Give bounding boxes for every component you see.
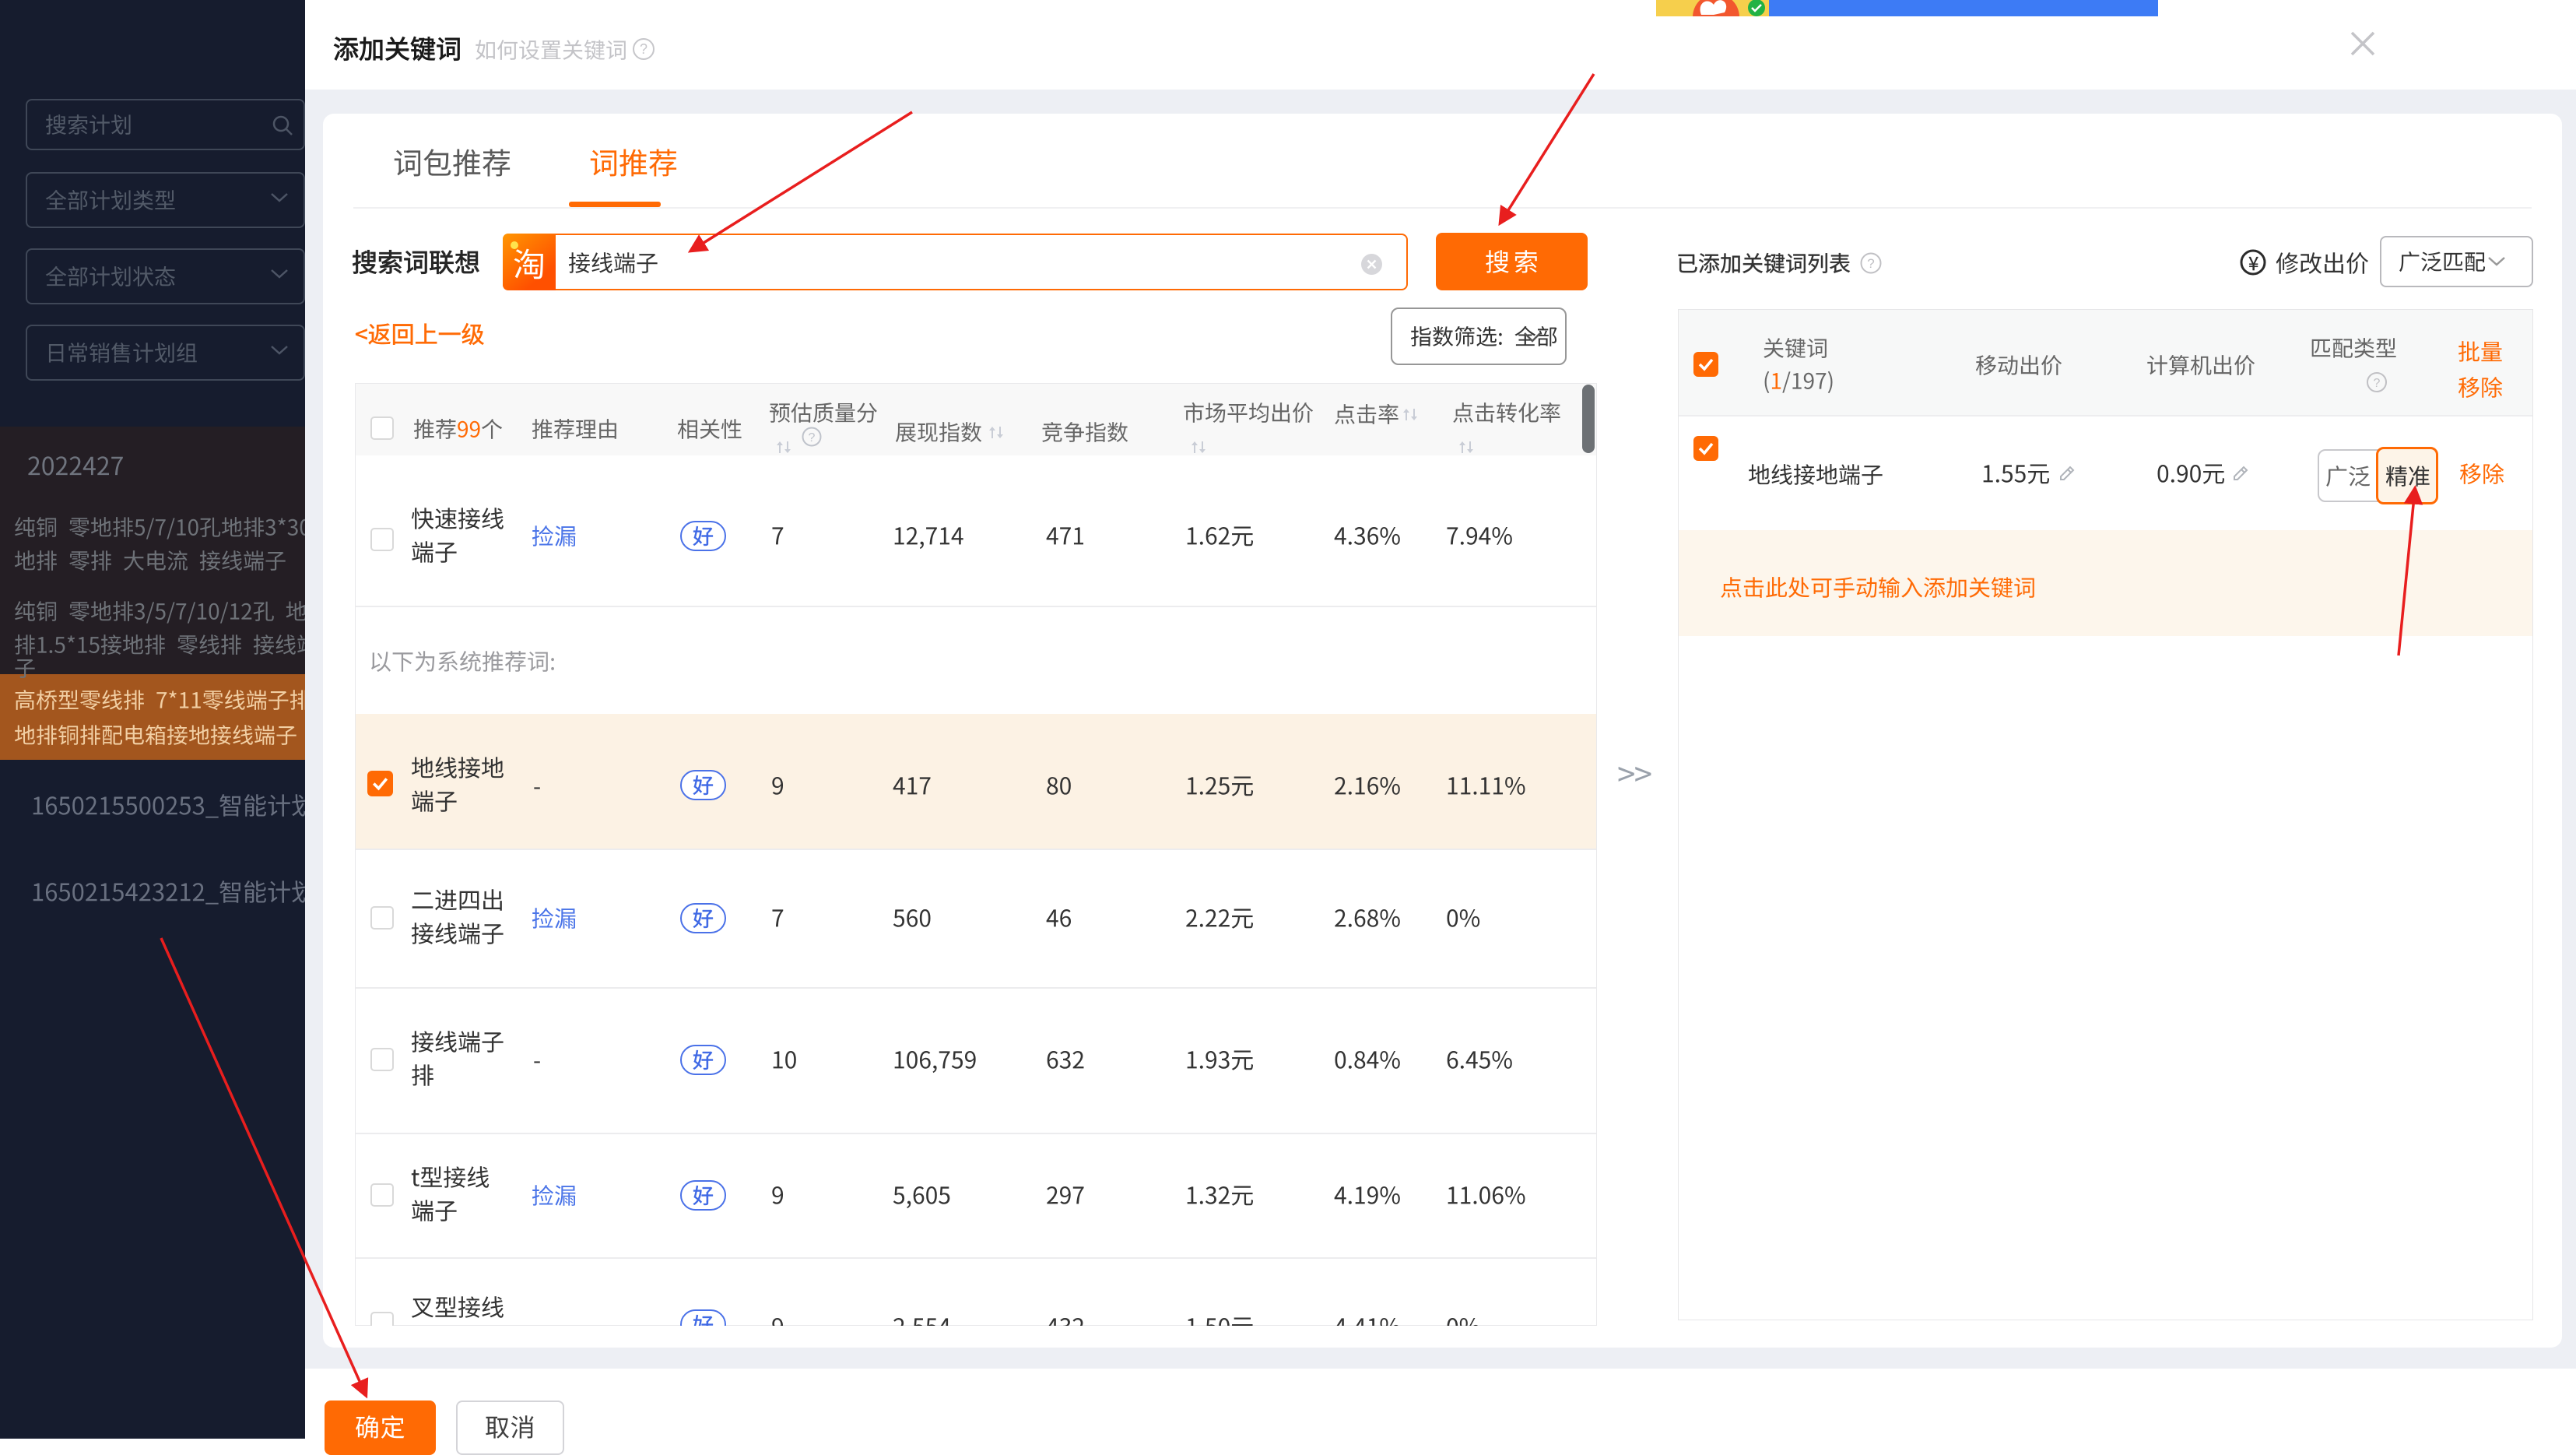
svg-text:?: ?	[1867, 256, 1874, 271]
svg-text:?: ?	[640, 41, 648, 57]
svg-text:?: ?	[2374, 377, 2381, 390]
svg-text:?: ?	[809, 431, 816, 445]
